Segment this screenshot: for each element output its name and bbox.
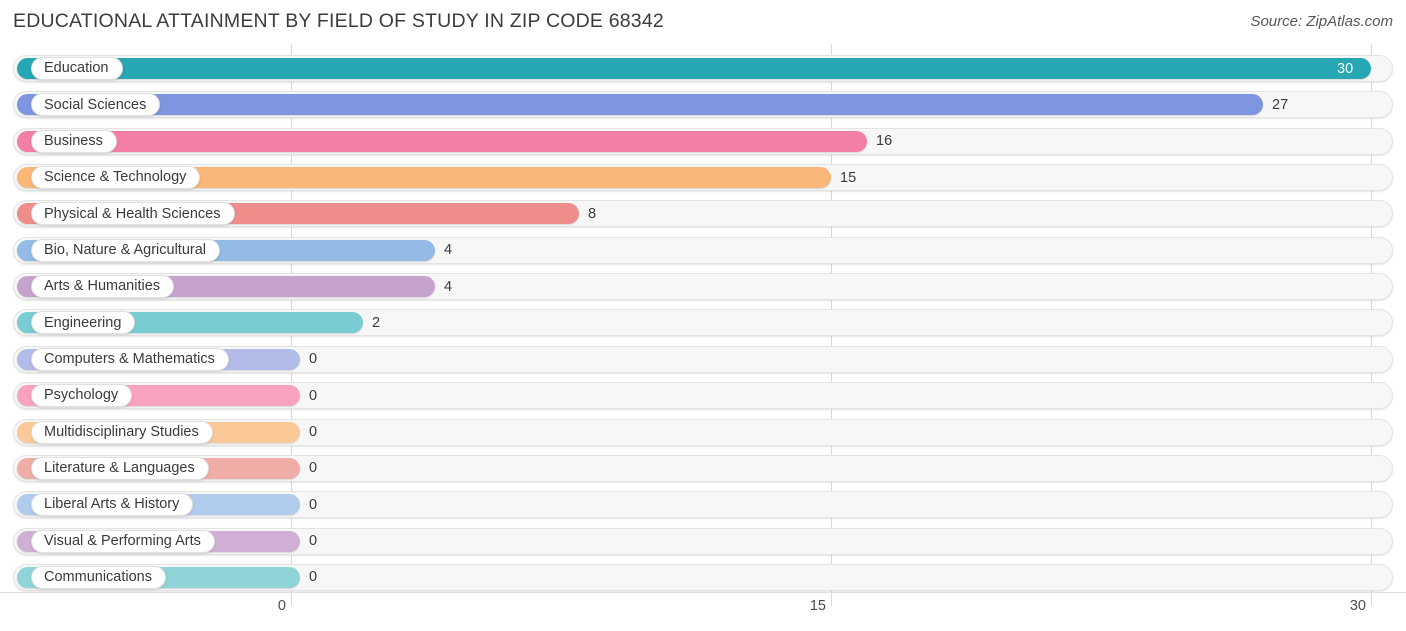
chart-header: EDUCATIONAL ATTAINMENT BY FIELD OF STUDY… [0,0,1406,44]
category-label: Multidisciplinary Studies [44,423,199,440]
category-label: Bio, Nature & Agricultural [44,242,206,258]
bar-value-label: 0 [309,351,318,368]
category-label: Physical & Health Sciences [44,205,221,222]
bar-row[interactable]: Physical & Health Sciences 8 [13,200,1393,228]
category-pill[interactable]: Education [31,57,123,80]
category-label: Education [44,60,109,77]
category-label: Social Sciences [44,96,147,113]
bar-value-label: 8 [588,205,597,222]
category-pill[interactable]: Liberal Arts & History [31,493,194,517]
bar-row[interactable]: Engineering 2 [13,309,1393,337]
bar-value-label: 2 [372,314,381,331]
category-label: Engineering [44,314,122,331]
bar-fill [17,130,867,152]
tick-label-15: 15 [809,598,826,614]
chart-page: EDUCATIONAL ATTAINMENT BY FIELD OF STUDY… [0,0,1406,631]
category-pill[interactable]: Computers & Mathematics [31,347,229,371]
category-pill[interactable]: Arts & Humanities [31,275,175,299]
tick-mark-30 [1371,592,1372,606]
category-pill[interactable]: Bio, Nature & Agricultural [31,238,220,262]
x-axis: 0 15 30 [0,592,1406,631]
bar-row[interactable]: Bio, Nature & Agricultural 4 [13,236,1393,264]
bar-row[interactable]: Social Sciences 27 [13,91,1393,119]
bar-fill [17,58,1371,79]
tick-mark-0 [291,592,292,606]
category-pill[interactable]: Visual & Performing Arts [31,529,215,553]
category-pill[interactable]: Engineering [31,311,136,335]
category-pill[interactable]: Communications [31,565,166,589]
plot-area: Education 30 Social Sciences 27 Business 16 Sc… [0,44,1406,592]
bar-row[interactable]: Science & Technology 15 [13,164,1393,192]
bar-row[interactable]: Literature & Languages 0 [13,454,1393,482]
tick-label-0: 0 [277,598,286,614]
bar-value-label: 4 [444,278,453,295]
bar-fill [17,94,1263,116]
category-label: Visual & Performing Arts [44,532,201,549]
bar-row[interactable]: Communications 0 [13,563,1393,591]
bar-value-label: 0 [309,496,318,513]
category-label: Liberal Arts & History [44,496,180,513]
category-pill[interactable]: Multidisciplinary Studies [31,420,213,444]
tick-mark-15 [831,592,832,606]
bar-row[interactable]: Education 30 [13,55,1393,82]
category-label: Business [44,132,103,149]
bar-row[interactable]: Arts & Humanities 4 [13,273,1393,301]
bar-value-label: 0 [309,569,318,586]
category-pill[interactable]: Psychology [31,384,133,408]
bar-value-label: 0 [309,387,318,404]
bar-value-label: 0 [309,460,318,477]
page-title: EDUCATIONAL ATTAINMENT BY FIELD OF STUDY… [13,10,664,32]
bar-value-label: 15 [840,169,857,186]
category-label: Arts & Humanities [44,278,161,295]
bar-row[interactable]: Liberal Arts & History 0 [13,491,1393,519]
bar-row[interactable]: Psychology 0 [13,382,1393,410]
bar-value-label: 4 [444,242,453,259]
category-label: Computers & Mathematics [44,351,215,368]
bar-value-label: 27 [1272,96,1289,113]
bar-row[interactable]: Computers & Mathematics 0 [13,345,1393,373]
bar-row[interactable]: Visual & Performing Arts 0 [13,527,1393,555]
bar-value-label: 30 [1337,60,1354,77]
category-pill[interactable]: Social Sciences [31,93,161,117]
axis-line [0,592,1406,593]
bar-value-label: 0 [309,424,318,440]
bar-row[interactable]: Business 16 [13,127,1393,155]
category-pill[interactable]: Literature & Languages [31,456,209,480]
bar-rows: Education 30 Social Sciences 27 Business 16 Sc… [0,44,1406,592]
category-label: Communications [44,569,152,586]
category-pill[interactable]: Physical & Health Sciences [31,202,235,226]
category-label: Psychology [44,387,119,404]
source-attribution: Source: ZipAtlas.com [1250,13,1393,30]
category-pill[interactable]: Business [31,129,117,153]
bar-value-label: 16 [876,133,893,150]
category-label: Science & Technology [44,169,187,186]
tick-label-30: 30 [1349,598,1366,614]
bar-row[interactable]: Multidisciplinary Studies 0 [13,418,1393,446]
category-pill[interactable]: Science & Technology [31,166,201,190]
bar-value-label: 0 [309,533,318,550]
category-label: Literature & Languages [44,460,195,477]
